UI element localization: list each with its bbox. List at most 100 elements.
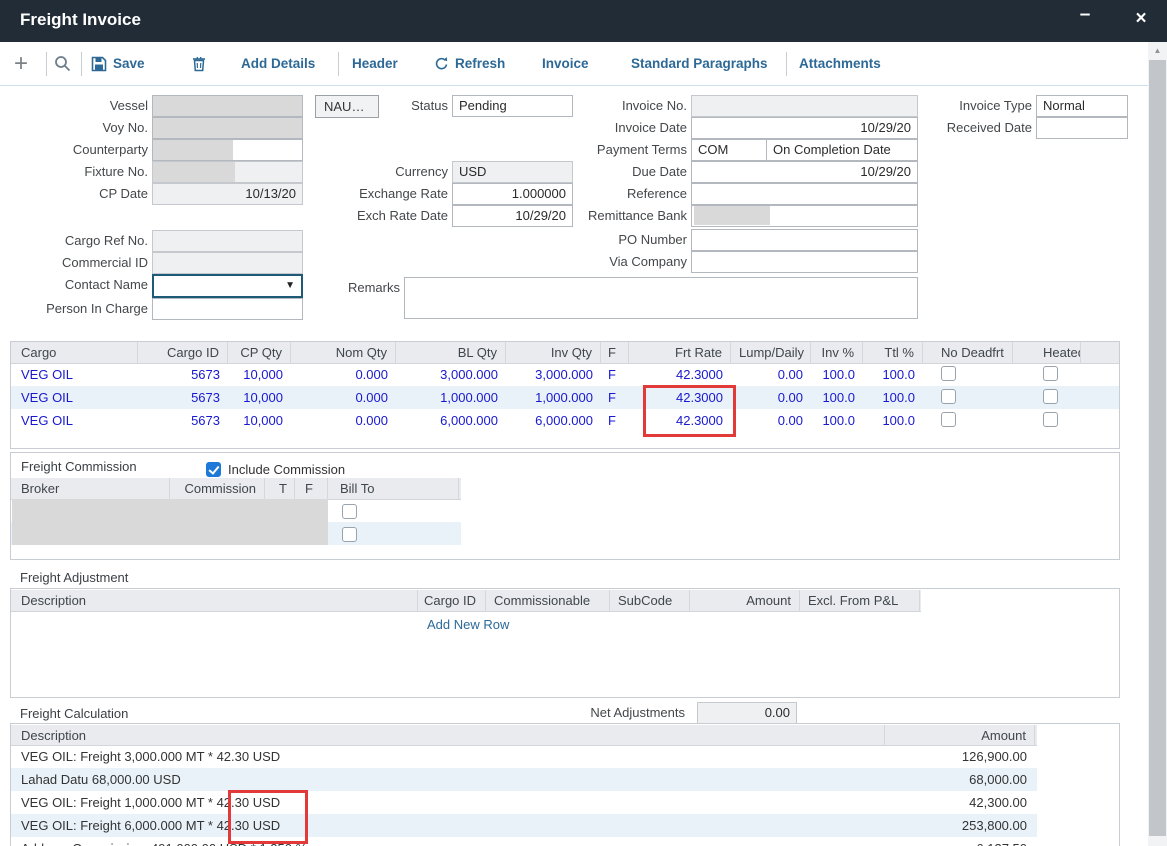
cell-no_deadfrt[interactable] <box>923 409 1013 432</box>
header-button[interactable]: Header <box>352 42 398 85</box>
po-number-field[interactable] <box>691 229 918 251</box>
column-header-Nom Qty: Nom Qty <box>291 342 396 363</box>
cell-nom_qty[interactable]: 0.000 <box>291 409 396 432</box>
attachments-button[interactable]: Attachments <box>799 42 881 85</box>
search-button[interactable] <box>54 42 71 85</box>
heated-checkbox[interactable] <box>1043 389 1058 404</box>
add-details-button[interactable]: Add Details <box>241 42 315 85</box>
add-button[interactable]: + <box>14 42 28 85</box>
via-company-field[interactable] <box>691 251 918 273</box>
column-header-No Deadfrt: No Deadfrt <box>923 342 1013 363</box>
invoice-button[interactable]: Invoice <box>542 42 589 85</box>
cell-cp_qty[interactable]: 10,000 <box>228 386 291 409</box>
remarks-label: Remarks <box>280 277 400 299</box>
scrollbar-up-icon[interactable]: ▲ <box>1148 44 1167 58</box>
table-row: VEG OIL567310,0000.0001,000.0001,000.000… <box>11 386 1119 409</box>
close-icon[interactable]: × <box>1128 8 1154 30</box>
cell-inv_pct[interactable]: 100.0 <box>811 409 863 432</box>
table-row: VEG OIL: Freight 6,000.000 MT * 42.30 US… <box>11 814 1037 837</box>
cell-inv_pct[interactable]: 100.0 <box>811 386 863 409</box>
cell-lump_daily[interactable]: 0.00 <box>731 363 811 386</box>
delete-button[interactable] <box>192 42 206 85</box>
column-header-SubCode: SubCode <box>610 590 690 611</box>
cell-cargo[interactable]: VEG OIL <box>11 409 138 432</box>
cell-frt_rate[interactable]: 42.3000 <box>629 363 731 386</box>
counterparty-field[interactable] <box>152 139 303 161</box>
toolbar: + Save Add Details Header Refresh Invoic… <box>0 42 1167 85</box>
cell-heated[interactable] <box>1013 386 1081 409</box>
cell-ttl_pct[interactable]: 100.0 <box>863 409 923 432</box>
bill-to-checkbox[interactable] <box>342 527 357 542</box>
cell-inv_qty[interactable]: 6,000.000 <box>506 409 601 432</box>
no_deadfrt-checkbox[interactable] <box>941 412 956 427</box>
cell-bl_qty[interactable]: 6,000.000 <box>396 409 506 432</box>
reference-field[interactable] <box>691 183 918 205</box>
add-details-label: Add Details <box>241 56 315 71</box>
toolbar-divider <box>0 85 1148 86</box>
save-button[interactable]: Save <box>91 42 145 85</box>
cell-lump_daily[interactable]: 0.00 <box>731 386 811 409</box>
voy-no-label: Voy No. <box>0 117 148 139</box>
no_deadfrt-checkbox[interactable] <box>941 389 956 404</box>
cell-no_deadfrt[interactable] <box>923 363 1013 386</box>
add-new-row-link[interactable]: Add New Row <box>427 617 509 632</box>
cell-nom_qty[interactable]: 0.000 <box>291 386 396 409</box>
due-date-field[interactable]: 10/29/20 <box>691 161 918 183</box>
standard-paragraphs-label: Standard Paragraphs <box>631 56 768 71</box>
cell-bl_qty[interactable]: 1,000.000 <box>396 386 506 409</box>
remarks-field[interactable] <box>404 277 918 319</box>
cell-bl_qty[interactable]: 3,000.000 <box>396 363 506 386</box>
cell-cargo_id[interactable]: 5673 <box>138 409 228 432</box>
refresh-button[interactable]: Refresh <box>434 42 505 85</box>
plus-icon: + <box>14 54 28 74</box>
standard-paragraphs-button[interactable]: Standard Paragraphs <box>631 42 768 85</box>
column-header-T: T <box>265 478 295 499</box>
table-header-row: BrokerCommissionTFBill To <box>11 478 461 500</box>
minimize-icon[interactable]: – <box>1072 4 1098 26</box>
cell-ttl_pct[interactable]: 100.0 <box>863 386 923 409</box>
cell-amount: 42,300.00 <box>885 791 1035 814</box>
cell-no_deadfrt[interactable] <box>923 386 1013 409</box>
scrollbar-thumb[interactable] <box>1149 60 1166 836</box>
cell-inv_pct[interactable]: 100.0 <box>811 363 863 386</box>
received-date-field[interactable] <box>1036 117 1128 139</box>
table-row: Lahad Datu 68,000.00 USD68,000.00 <box>11 768 1037 791</box>
column-header-Heated: Heated <box>1013 342 1081 363</box>
po-number-label: PO Number <box>537 229 687 251</box>
vertical-scrollbar[interactable]: ▲ <box>1148 42 1167 846</box>
cell-ttl_pct[interactable]: 100.0 <box>863 363 923 386</box>
heated-checkbox[interactable] <box>1043 412 1058 427</box>
invoice-type-field[interactable]: Normal <box>1036 95 1128 117</box>
cell-lump_daily[interactable]: 0.00 <box>731 409 811 432</box>
cell-description: VEG OIL: Freight 3,000.000 MT * 42.30 US… <box>11 745 885 768</box>
cell-cargo[interactable]: VEG OIL <box>11 363 138 386</box>
vessel-field[interactable] <box>152 95 303 117</box>
cell-amount: 253,800.00 <box>885 814 1035 837</box>
cell-cp_qty[interactable]: 10,000 <box>228 363 291 386</box>
cell-f[interactable]: F <box>601 409 629 432</box>
person-in-charge-label: Person In Charge <box>0 298 148 320</box>
cell-cargo_id[interactable]: 5673 <box>138 363 228 386</box>
cell-cp_qty[interactable]: 10,000 <box>228 409 291 432</box>
person-in-charge-field[interactable] <box>152 298 303 320</box>
cell-f[interactable]: F <box>601 386 629 409</box>
heated-checkbox[interactable] <box>1043 366 1058 381</box>
cell-inv_qty[interactable]: 3,000.000 <box>506 363 601 386</box>
include-commission-checkbox[interactable] <box>206 462 221 477</box>
cell-heated[interactable] <box>1013 363 1081 386</box>
cell-inv_qty[interactable]: 1,000.000 <box>506 386 601 409</box>
bill-to-checkbox[interactable] <box>342 504 357 519</box>
cell-heated[interactable] <box>1013 409 1081 432</box>
cell-f[interactable]: F <box>601 363 629 386</box>
cell-cargo_id[interactable]: 5673 <box>138 386 228 409</box>
remittance-bank-field[interactable] <box>691 205 918 227</box>
table-row: Address Commission: 491,000.00 USD * 1.2… <box>11 837 1037 846</box>
voy-no-field[interactable] <box>152 117 303 139</box>
search-icon <box>54 55 71 72</box>
invoice-date-field[interactable]: 10/29/20 <box>691 117 918 139</box>
net-adjustments-label: Net Adjustments <box>560 702 685 724</box>
payment-terms-code-field[interactable]: COM <box>691 139 767 161</box>
cell-cargo[interactable]: VEG OIL <box>11 386 138 409</box>
cell-nom_qty[interactable]: 0.000 <box>291 363 396 386</box>
no_deadfrt-checkbox[interactable] <box>941 366 956 381</box>
